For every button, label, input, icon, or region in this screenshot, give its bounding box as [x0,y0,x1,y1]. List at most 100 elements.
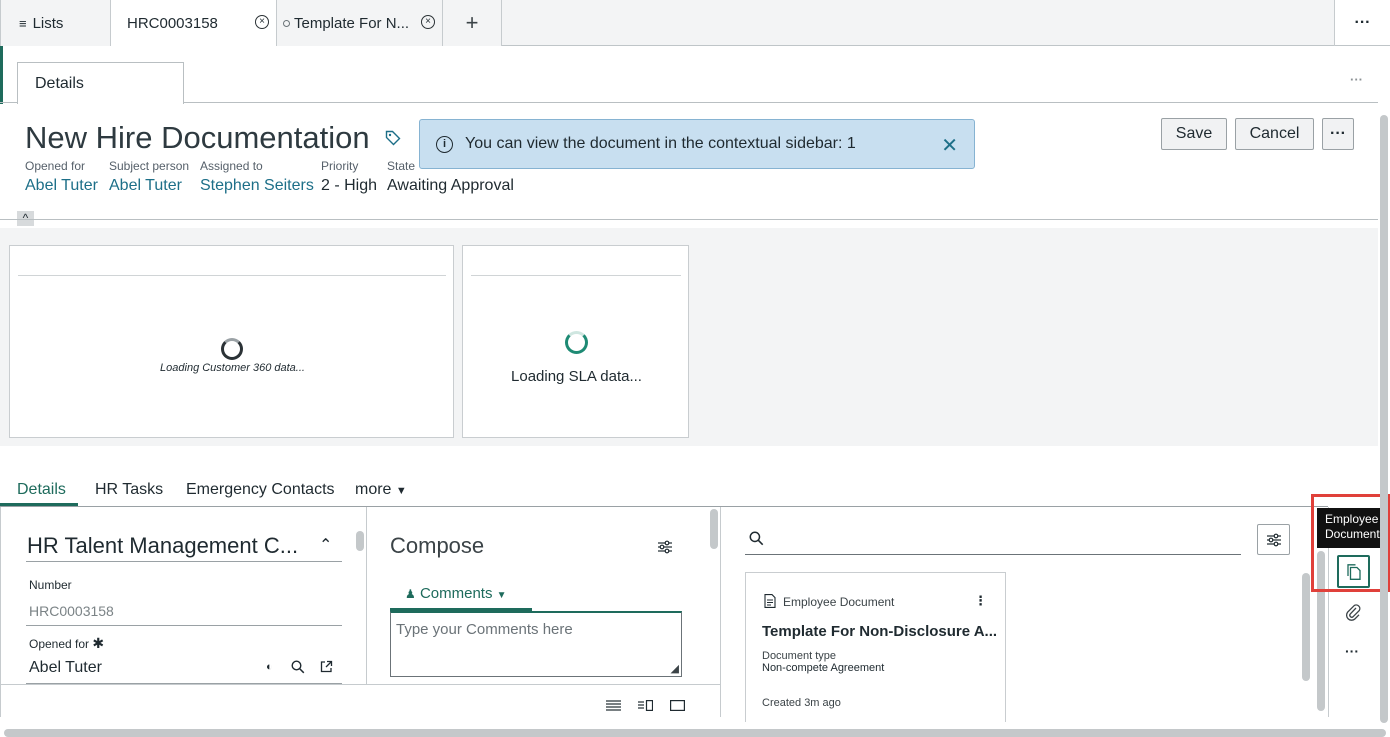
add-tab-button[interactable]: + [443,0,502,46]
opened-for-field-label: Opened for ✱ [29,635,105,651]
close-tab-icon[interactable]: × [255,15,269,29]
tab-hr-tasks[interactable]: HR Tasks [95,481,163,499]
comments-placeholder: Type your Comments here [396,621,573,638]
tab-emergency-contacts[interactable]: Emergency Contacts [186,481,335,499]
state-value: Awaiting Approval [387,177,514,194]
tab-template[interactable]: Template For N... × [277,0,443,46]
caret-down-icon: ▼ [496,590,507,601]
documents-panel: Employee Document ⋮ Template For Non-Dis… [721,507,1328,722]
people-icon: ♟ [405,587,416,601]
required-icon: ✱ [92,635,105,651]
tab-bar-filler [502,0,1334,46]
documents-search-input[interactable] [769,527,1241,553]
split-view-icon[interactable] [638,698,654,716]
list-view-icon[interactable] [606,698,621,716]
close-icon[interactable]: ✕ [941,133,958,158]
attachment-icon[interactable] [1345,603,1361,626]
banner-message: You can view the document in the context… [465,135,856,152]
sidebar-more-icon[interactable]: ··· [1345,643,1359,659]
card-divider [471,275,681,276]
chevron-up-icon[interactable]: ⌃ [319,535,332,555]
loading-spinner-icon [565,331,588,354]
document-card[interactable]: Employee Document ⋮ Template For Non-Dis… [745,572,1006,722]
tag-icon[interactable] [385,130,401,151]
single-view-icon[interactable] [670,698,686,716]
loading-text: Loading Customer 360 data... [160,362,305,374]
priority-label: Priority [321,159,359,173]
priority-value: 2 - High [321,177,378,194]
active-tab-indicator [0,503,78,506]
customer360-card: Loading Customer 360 data... [9,245,454,438]
more-actions-button[interactable]: ··· [1322,118,1354,150]
page-scrollbar-horizontal[interactable] [4,729,1386,737]
tab-record[interactable]: HRC0003158 × [111,0,277,46]
highlight-box [1311,494,1390,592]
comments-textarea[interactable]: Type your Comments here ◢ [390,611,682,677]
opened-for-label: Opened for [25,159,86,173]
compose-panel: Compose ♟ Comments ▼ Type your Comments … [367,507,721,685]
tab-template-label: Template For N... [294,14,410,32]
document-type-label: Document type [762,650,836,662]
subject-person-link[interactable]: Abel Tuter [109,177,182,195]
caret-down-icon: ▼ [395,485,407,497]
divider [26,561,342,562]
tab-lists[interactable]: ≡ Lists [0,0,111,46]
subject-person-label: Subject person [109,159,190,173]
filter-settings-icon [1266,533,1281,546]
number-field: HRC0003158 [29,603,114,619]
tab-details[interactable]: Details [17,62,184,104]
unsaved-dot-icon [283,19,290,27]
document-type-value: Non-compete Agreement [762,662,885,674]
assigned-to-label: Assigned to [200,159,263,173]
opened-for-input[interactable]: Abel Tuter [29,659,102,677]
tab-bar-more-button[interactable]: ··· [1334,0,1390,46]
lock-icon[interactable]: ◐ [266,661,273,673]
page-scrollbar-vertical[interactable] [1380,115,1388,723]
scrollbar[interactable] [710,509,718,549]
search-underline [745,554,1241,555]
sla-card: Loading SLA data... [462,245,689,438]
document-icon [764,594,776,613]
search-icon [749,531,764,551]
comments-tab[interactable]: ♟ Comments ▼ [405,585,507,602]
tab-more[interactable]: more ▼ [355,481,407,499]
resize-handle-icon[interactable]: ◢ [671,662,679,675]
number-label: Number [29,578,72,592]
field-underline [26,625,342,626]
tab-more-label: more [355,481,392,498]
search-icon[interactable] [291,660,305,679]
cancel-button[interactable]: Cancel [1235,118,1314,150]
form-panel: HR Talent Management C... ⌃ Number HRC00… [0,507,367,685]
filter-settings-icon[interactable] [657,540,673,559]
compose-title: Compose [390,533,485,558]
tab-details-content[interactable]: Details [17,481,66,499]
document-title[interactable]: Template For Non-Disclosure A... [762,623,997,640]
document-created: Created 3m ago [762,697,841,709]
scrollbar[interactable] [1302,573,1310,681]
state-label: State [387,159,416,173]
document-type-badge: Employee Document [783,595,895,609]
layout-toolbar [0,684,721,717]
opened-for-link[interactable]: Abel Tuter [25,177,98,195]
close-tab-icon[interactable]: × [421,15,435,29]
info-banner: i You can view the document in the conte… [419,119,975,169]
filter-button[interactable] [1257,524,1290,555]
open-record-icon[interactable] [320,660,333,678]
list-icon: ≡ [19,15,27,31]
card-divider [18,275,446,276]
scrollbar[interactable] [356,531,364,551]
loading-spinner-icon [221,338,243,360]
info-icon: i [436,135,453,153]
save-button[interactable]: Save [1161,118,1227,150]
tab-lists-label: Lists [32,14,64,32]
divider [0,219,1378,220]
kebab-menu-icon[interactable]: ⋮ [974,593,987,609]
accent-bar [0,46,3,104]
assigned-to-link[interactable]: Stephen Seiters [200,177,314,195]
more-icon: ··· [1354,14,1371,31]
section-title: HR Talent Management C... [27,533,299,558]
page-title: New Hire Documentation [25,120,370,155]
divider [0,102,1378,103]
details-more-icon[interactable]: ··· [1350,72,1363,87]
loading-text: Loading SLA data... [511,368,642,385]
